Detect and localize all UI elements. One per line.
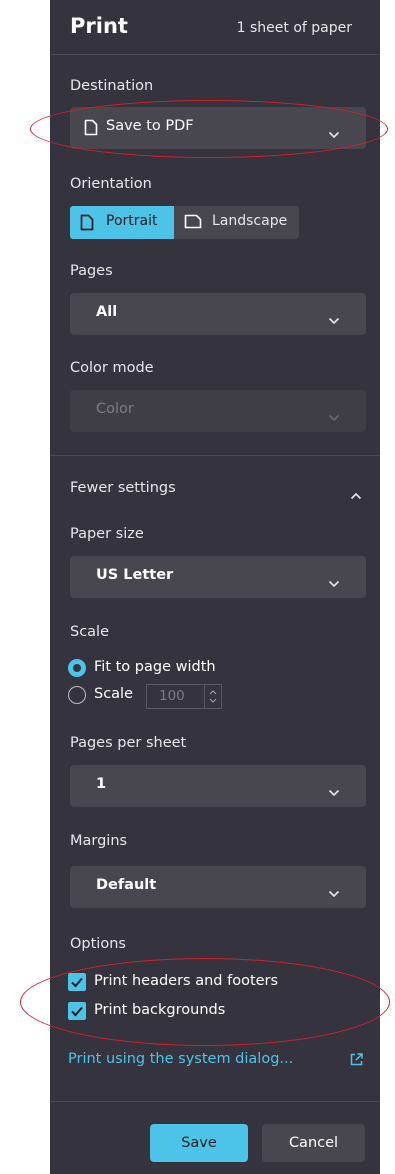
pages-per-sheet-label: Pages per sheet [70,735,187,751]
scale-value: 100 [159,688,185,704]
portrait-label: Portrait [106,213,158,229]
document-icon [84,119,98,140]
fewer-settings-label: Fewer settings [70,480,176,496]
color-mode-select: Color [70,390,366,432]
print-panel: Print 1 sheet of paper Destination Save … [50,0,380,1174]
scale-input[interactable]: 100 [146,684,222,709]
fit-to-width-option[interactable]: Fit to page width [68,657,268,681]
spinner-icon[interactable] [204,685,221,708]
radio-unselected[interactable] [68,686,86,704]
color-mode-value: Color [96,401,134,417]
headers-footers-option[interactable]: Print headers and footers [68,971,318,993]
destination-select[interactable]: Save to PDF [70,107,366,149]
print-header: Print 1 sheet of paper [50,0,380,55]
radio-selected[interactable] [68,659,86,677]
orientation-toggle: Portrait Landscape [70,206,299,239]
backgrounds-option[interactable]: Print backgrounds [68,1000,288,1022]
chevron-down-icon [328,573,340,592]
paper-size-label: Paper size [70,526,144,542]
color-mode-label: Color mode [70,360,154,376]
paper-size-value: US Letter [96,567,174,583]
chevron-down-icon [328,782,340,801]
backgrounds-label: Print backgrounds [94,1002,226,1018]
orientation-label: Orientation [70,176,152,192]
fewer-settings-toggle[interactable]: Fewer settings [70,480,366,502]
document-icon [80,214,94,235]
pages-per-sheet-value: 1 [96,776,107,792]
custom-scale-option[interactable]: Scale 100 [68,684,238,709]
document-landscape-icon [184,214,202,233]
margins-label: Margins [70,833,128,849]
section-divider [50,455,380,456]
save-button[interactable]: Save [150,1124,248,1162]
pages-label: Pages [70,263,113,279]
pages-select[interactable]: All [70,293,366,335]
cancel-button[interactable]: Cancel [262,1124,365,1162]
external-link-icon[interactable] [349,1052,364,1071]
landscape-label: Landscape [212,213,288,229]
chevron-down-icon [328,883,340,902]
options-label: Options [70,936,126,952]
scale-label: Scale [70,624,110,640]
page-title: Print [70,14,128,38]
chevron-up-icon [350,485,362,504]
sheet-count: 1 sheet of paper [236,20,352,36]
destination-label: Destination [70,78,154,94]
checkbox-checked-icon[interactable] [68,973,86,991]
scale-option-label: Scale [94,686,134,702]
destination-value: Save to PDF [106,118,194,134]
portrait-button[interactable]: Portrait [70,206,174,239]
landscape-button[interactable]: Landscape [174,206,299,239]
margins-select[interactable]: Default [70,866,366,908]
headers-footers-label: Print headers and footers [94,973,279,989]
checkbox-checked-icon[interactable] [68,1002,86,1020]
system-dialog-link[interactable]: Print using the system dialog... [68,1051,293,1067]
chevron-down-icon [328,407,340,426]
chevron-down-icon [328,124,340,143]
pages-per-sheet-select[interactable]: 1 [70,765,366,807]
margins-value: Default [96,877,157,893]
footer-divider [50,1101,380,1102]
fit-to-width-label: Fit to page width [94,659,216,675]
chevron-down-icon [328,310,340,329]
paper-size-select[interactable]: US Letter [70,556,366,598]
pages-value: All [96,304,118,320]
